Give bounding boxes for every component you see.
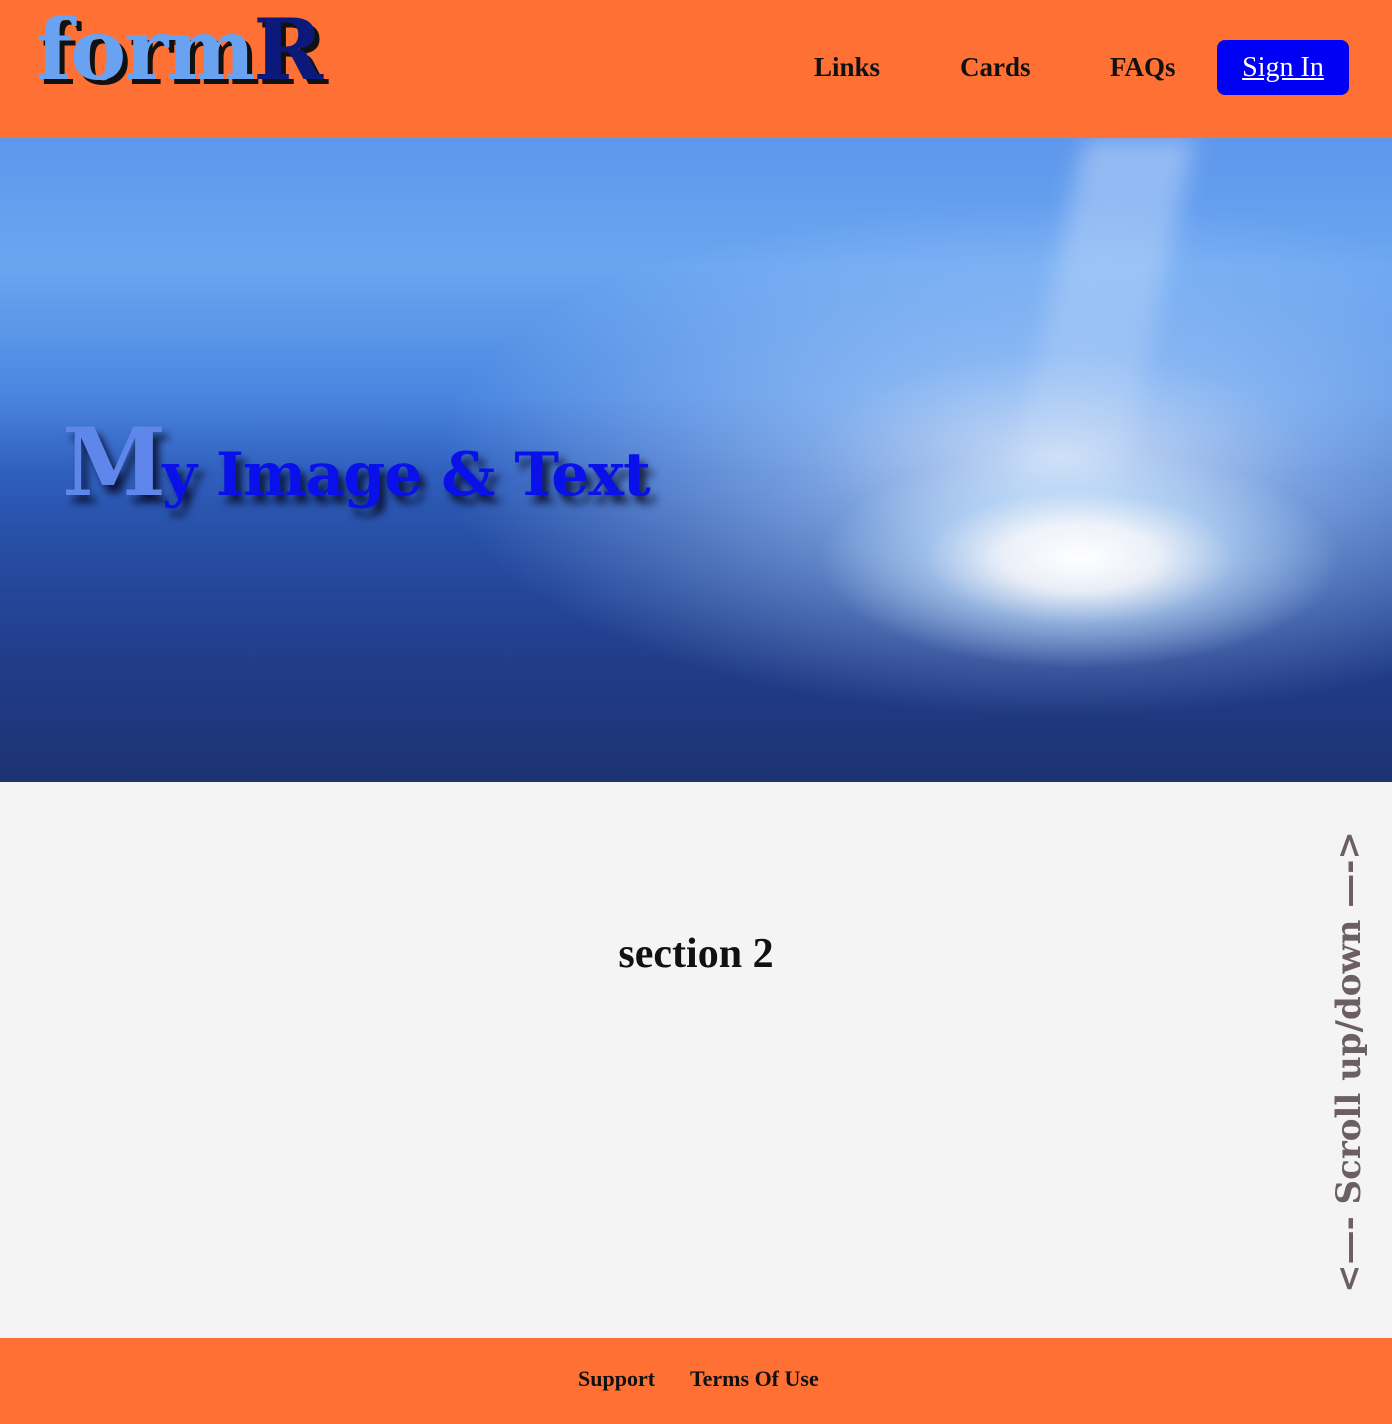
site-header: formR Links Cards FAQs Sign In xyxy=(0,0,1392,138)
brand-logo[interactable]: formR xyxy=(36,8,323,92)
nav-link-links[interactable]: Links xyxy=(814,40,880,95)
sign-in-button[interactable]: Sign In xyxy=(1217,40,1349,95)
section-2: section 2 xyxy=(0,782,1392,1338)
hero-banner: My Image & Text xyxy=(0,138,1392,782)
footer-link-terms[interactable]: Terms Of Use xyxy=(690,1366,819,1392)
sun-ray-decoration xyxy=(995,138,1195,558)
section-2-title: section 2 xyxy=(618,931,774,977)
hero-title-rest: y Image & Text xyxy=(162,440,651,510)
site-footer: Support Terms Of Use xyxy=(0,1338,1392,1424)
hero-title: My Image & Text xyxy=(62,408,651,518)
nav-link-faqs[interactable]: FAQs xyxy=(1110,40,1176,95)
hero-title-initial: M xyxy=(62,408,166,518)
footer-link-support[interactable]: Support xyxy=(578,1366,655,1392)
nav-link-cards[interactable]: Cards xyxy=(960,40,1031,95)
logo-text-r: R xyxy=(253,0,323,99)
logo-text-form: form xyxy=(36,0,255,99)
scroll-hint: <—- Scroll up/down —-> xyxy=(1329,831,1369,1293)
